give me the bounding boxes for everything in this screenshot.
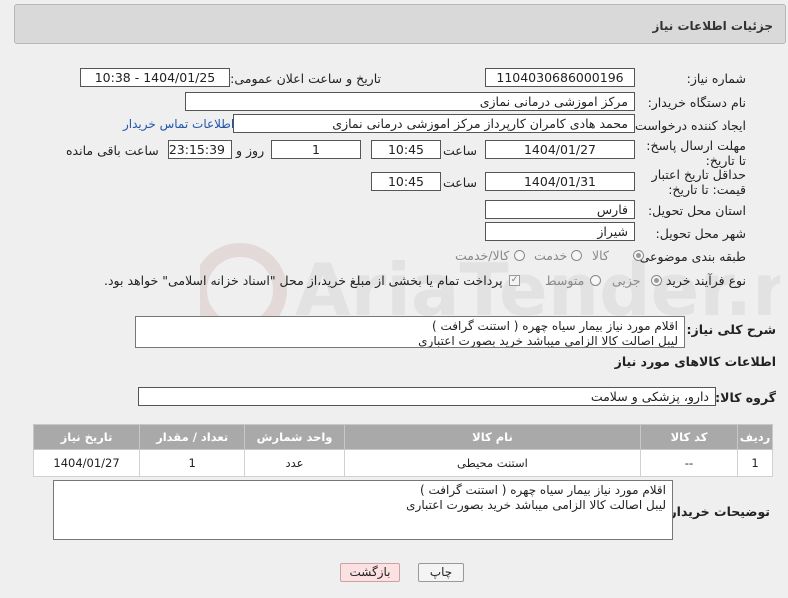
- back-button[interactable]: بازگشت: [340, 563, 400, 582]
- col-date: تاریخ نیاز: [32, 424, 141, 450]
- creator-field: محمد هادی کامران کارپرداز مرکز اموزشی در…: [233, 114, 635, 133]
- goods-table-header: ردیف کد کالا نام کالا واحد شمارش تعداد /…: [32, 424, 773, 450]
- category-goods-radio[interactable]: [633, 250, 644, 261]
- cell-row: 1: [737, 449, 773, 477]
- days-label: روز و: [236, 143, 265, 158]
- goods-group-label: گروه کالا:: [715, 390, 776, 405]
- delivery-province-label: استان محل تحویل:: [647, 203, 746, 218]
- col-name: نام کالا: [343, 424, 642, 450]
- category-label: طبقه بندی موضوعی:: [635, 249, 746, 264]
- col-unit: واحد شمارش: [244, 424, 345, 450]
- reply-deadline-label: مهلت ارسال پاسخ: تا تاریخ:: [646, 138, 746, 168]
- delivery-province-field: فارس: [485, 200, 635, 219]
- category-service-label: خدمت: [534, 248, 568, 263]
- category-goods-label: کالا: [592, 248, 609, 263]
- reply-time-label: ساعت: [443, 143, 478, 158]
- description-label: شرح کلی نیاز:: [686, 322, 776, 337]
- goods-group-field: دارو، پزشکی و سلامت: [138, 387, 716, 406]
- goods-section-title: اطلاعات کالاهای مورد نیاز: [614, 354, 776, 369]
- category-both-radio[interactable]: [514, 250, 525, 261]
- col-row: ردیف: [737, 424, 773, 450]
- purchase-minor-radio[interactable]: [651, 275, 662, 286]
- price-date-field: 1404/01/31: [485, 172, 635, 191]
- buyer-notes-textbox[interactable]: اقلام مورد نیاز بیمار سیاه چهره ( استنت …: [53, 480, 673, 540]
- creator-label: ایجاد کننده درخواست:: [630, 118, 746, 133]
- delivery-city-field: شیراز: [485, 222, 635, 241]
- reply-time-field: 10:45: [371, 140, 441, 159]
- purchase-type-label: نوع فرآیند خرید :: [657, 273, 746, 288]
- price-time-field: 10:45: [371, 172, 441, 191]
- purchase-medium-radio[interactable]: [590, 275, 601, 286]
- purchase-medium-label: متوسط: [545, 273, 585, 288]
- purchase-minor-label: جزیی: [612, 273, 641, 288]
- cell-qty: 1: [139, 449, 246, 477]
- cell-code: --: [640, 449, 739, 477]
- delivery-city-label: شهر محل تحویل:: [655, 226, 746, 241]
- buyer-org-label: نام دستگاه خریدار:: [647, 95, 746, 110]
- price-validity-label: حداقل تاریخ اعتبار قیمت: تا تاریخ:: [651, 167, 746, 197]
- remaining-time-field: 23:15:39: [168, 140, 232, 159]
- cell-date: 1404/01/27: [32, 449, 141, 477]
- category-service-radio[interactable]: [571, 250, 582, 261]
- cell-unit: عدد: [244, 449, 345, 477]
- description-textbox[interactable]: اقلام مورد نیاز بیمار سیاه چهره ( استنت …: [135, 316, 685, 348]
- reply-date-field: 1404/01/27: [485, 140, 635, 159]
- goods-table: ردیف کد کالا نام کالا واحد شمارش تعداد /…: [32, 424, 773, 477]
- treasury-payment-note: پرداخت تمام یا بخشی از مبلغ خرید،از محل …: [104, 273, 503, 288]
- remaining-time-label: ساعت باقی مانده: [66, 143, 159, 158]
- buyer-contact-link[interactable]: اطلاعات تماس خریدار: [123, 117, 234, 131]
- col-code: کد کالا: [640, 424, 739, 450]
- treasury-payment-checkbox[interactable]: ✓: [509, 275, 520, 286]
- buyer-notes-label: توضیحات خریدار:: [664, 504, 770, 519]
- table-row[interactable]: 1 -- استنت محیطی عدد 1 1404/01/27: [32, 449, 773, 477]
- announce-date-field: 1404/01/25 - 10:38: [80, 68, 230, 87]
- page-title: جزئیات اطلاعات نیاز: [652, 19, 773, 33]
- days-remaining-field: 1: [271, 140, 361, 159]
- announce-date-label: تاریخ و ساعت اعلان عمومی:: [230, 71, 381, 86]
- category-both-label: کالا/خدمت: [455, 248, 510, 263]
- need-number-label: شماره نیاز:: [686, 71, 746, 86]
- details-header: جزئیات اطلاعات نیاز: [14, 4, 786, 44]
- print-button[interactable]: چاپ: [418, 563, 464, 582]
- buyer-org-field: مرکز اموزشی درمانی نمازی: [185, 92, 635, 111]
- need-number-field: 1104030686000196: [485, 68, 635, 87]
- price-time-label: ساعت: [443, 175, 478, 190]
- cell-name: استنت محیطی: [343, 449, 642, 477]
- col-qty: تعداد / مقدار: [139, 424, 246, 450]
